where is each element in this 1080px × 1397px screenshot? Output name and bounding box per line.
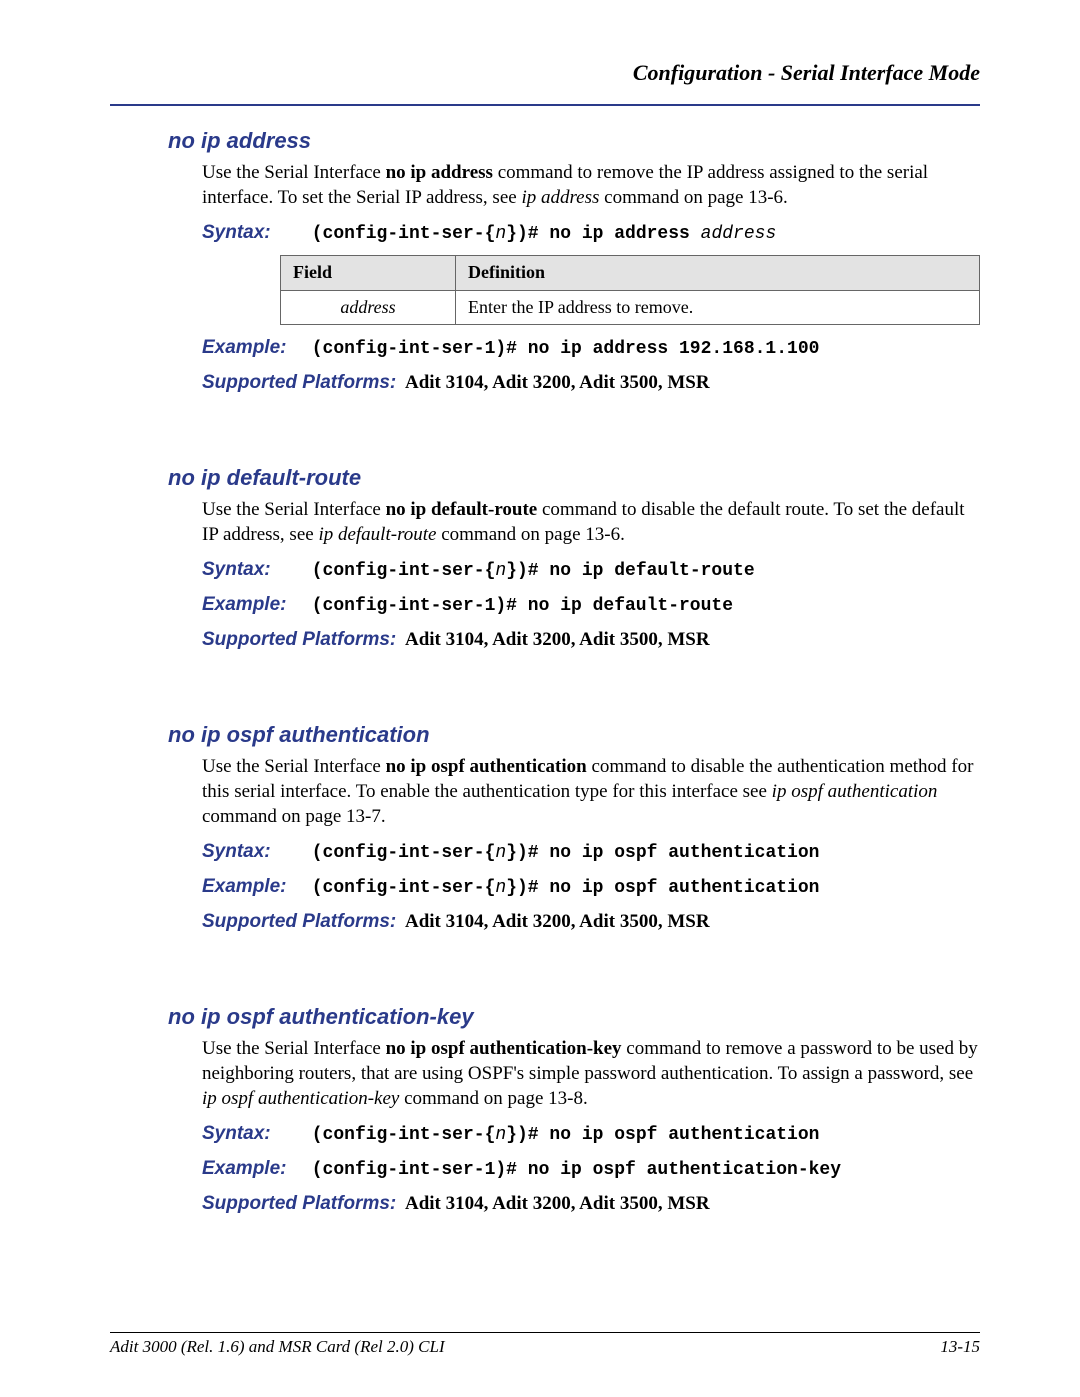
platforms-row: Supported Platforms: Adit 3104, Adit 320… bbox=[202, 370, 980, 395]
header-rule bbox=[110, 104, 980, 106]
example-row: Example: (config-int-ser-{n})# no ip osp… bbox=[202, 874, 980, 901]
page: Configuration - Serial Interface Mode no… bbox=[0, 0, 1080, 1397]
platforms-text: Adit 3104, Adit 3200, Adit 3500, MSR bbox=[405, 911, 710, 932]
platforms-text: Adit 3104, Adit 3200, Adit 3500, MSR bbox=[405, 372, 710, 393]
example-row: Example: (config-int-ser-1)# no ip defau… bbox=[202, 592, 980, 619]
table-cell-definition: Enter the IP address to remove. bbox=[456, 290, 980, 325]
platforms-label: Supported Platforms: bbox=[202, 1191, 396, 1216]
platforms-row: Supported Platforms: Adit 3104, Adit 320… bbox=[202, 909, 980, 934]
page-footer: Adit 3000 (Rel. 1.6) and MSR Card (Rel 2… bbox=[110, 1332, 980, 1357]
syntax-text: (config-int-ser-{n})# no ip ospf authent… bbox=[312, 843, 820, 863]
example-label: Example: bbox=[202, 592, 307, 617]
section-no-ip-ospf-authentication: no ip ospf authentication Use the Serial… bbox=[110, 722, 980, 934]
syntax-text: (config-int-ser-{n})# no ip address addr… bbox=[312, 224, 777, 244]
section-description: Use the Serial Interface no ip address c… bbox=[202, 160, 980, 210]
footer-line: Adit 3000 (Rel. 1.6) and MSR Card (Rel 2… bbox=[110, 1337, 980, 1357]
syntax-row: Syntax: (config-int-ser-{n})# no ip addr… bbox=[202, 220, 980, 247]
section-title: no ip address bbox=[168, 128, 980, 154]
section-body: Use the Serial Interface no ip default-r… bbox=[202, 497, 980, 652]
example-text: (config-int-ser-1)# no ip address 192.16… bbox=[312, 339, 820, 359]
platforms-row: Supported Platforms: Adit 3104, Adit 320… bbox=[202, 1191, 980, 1216]
example-label: Example: bbox=[202, 1156, 307, 1181]
section-body: Use the Serial Interface no ip address c… bbox=[202, 160, 980, 395]
section-no-ip-ospf-authentication-key: no ip ospf authentication-key Use the Se… bbox=[110, 1004, 980, 1216]
syntax-row: Syntax: (config-int-ser-{n})# no ip ospf… bbox=[202, 1121, 980, 1148]
platforms-row: Supported Platforms: Adit 3104, Adit 320… bbox=[202, 627, 980, 652]
section-description: Use the Serial Interface no ip ospf auth… bbox=[202, 754, 980, 829]
section-no-ip-address: no ip address Use the Serial Interface n… bbox=[110, 128, 980, 395]
example-row: Example: (config-int-ser-1)# no ip addre… bbox=[202, 335, 980, 362]
section-description: Use the Serial Interface no ip default-r… bbox=[202, 497, 980, 547]
section-title: no ip ospf authentication-key bbox=[168, 1004, 980, 1030]
syntax-label: Syntax: bbox=[202, 839, 307, 864]
section-title: no ip default-route bbox=[168, 465, 980, 491]
syntax-label: Syntax: bbox=[202, 557, 307, 582]
footer-rule bbox=[110, 1332, 980, 1333]
table-header-definition: Definition bbox=[456, 255, 980, 290]
platforms-label: Supported Platforms: bbox=[202, 909, 396, 934]
syntax-text: (config-int-ser-{n})# no ip ospf authent… bbox=[312, 1125, 820, 1145]
table-header-field: Field bbox=[281, 255, 456, 290]
footer-left: Adit 3000 (Rel. 1.6) and MSR Card (Rel 2… bbox=[110, 1337, 445, 1357]
example-text: (config-int-ser-1)# no ip default-route bbox=[312, 596, 733, 616]
section-body: Use the Serial Interface no ip ospf auth… bbox=[202, 1036, 980, 1216]
example-text: (config-int-ser-1)# no ip ospf authentic… bbox=[312, 1160, 841, 1180]
syntax-row: Syntax: (config-int-ser-{n})# no ip ospf… bbox=[202, 839, 980, 866]
example-label: Example: bbox=[202, 335, 307, 360]
syntax-text: (config-int-ser-{n})# no ip default-rout… bbox=[312, 561, 755, 581]
platforms-text: Adit 3104, Adit 3200, Adit 3500, MSR bbox=[405, 1193, 710, 1214]
platforms-text: Adit 3104, Adit 3200, Adit 3500, MSR bbox=[405, 629, 710, 650]
table-row: address Enter the IP address to remove. bbox=[281, 290, 980, 325]
section-body: Use the Serial Interface no ip ospf auth… bbox=[202, 754, 980, 934]
section-title: no ip ospf authentication bbox=[168, 722, 980, 748]
page-header-title: Configuration - Serial Interface Mode bbox=[110, 60, 980, 86]
example-label: Example: bbox=[202, 874, 307, 899]
footer-right: 13-15 bbox=[940, 1337, 980, 1357]
syntax-label: Syntax: bbox=[202, 1121, 307, 1146]
table-cell-field: address bbox=[281, 290, 456, 325]
section-no-ip-default-route: no ip default-route Use the Serial Inter… bbox=[110, 465, 980, 652]
example-row: Example: (config-int-ser-1)# no ip ospf … bbox=[202, 1156, 980, 1183]
section-description: Use the Serial Interface no ip ospf auth… bbox=[202, 1036, 980, 1111]
field-definition-table: Field Definition address Enter the IP ad… bbox=[280, 255, 980, 326]
syntax-label: Syntax: bbox=[202, 220, 307, 245]
platforms-label: Supported Platforms: bbox=[202, 370, 396, 395]
syntax-row: Syntax: (config-int-ser-{n})# no ip defa… bbox=[202, 557, 980, 584]
platforms-label: Supported Platforms: bbox=[202, 627, 396, 652]
example-text: (config-int-ser-{n})# no ip ospf authent… bbox=[312, 878, 820, 898]
